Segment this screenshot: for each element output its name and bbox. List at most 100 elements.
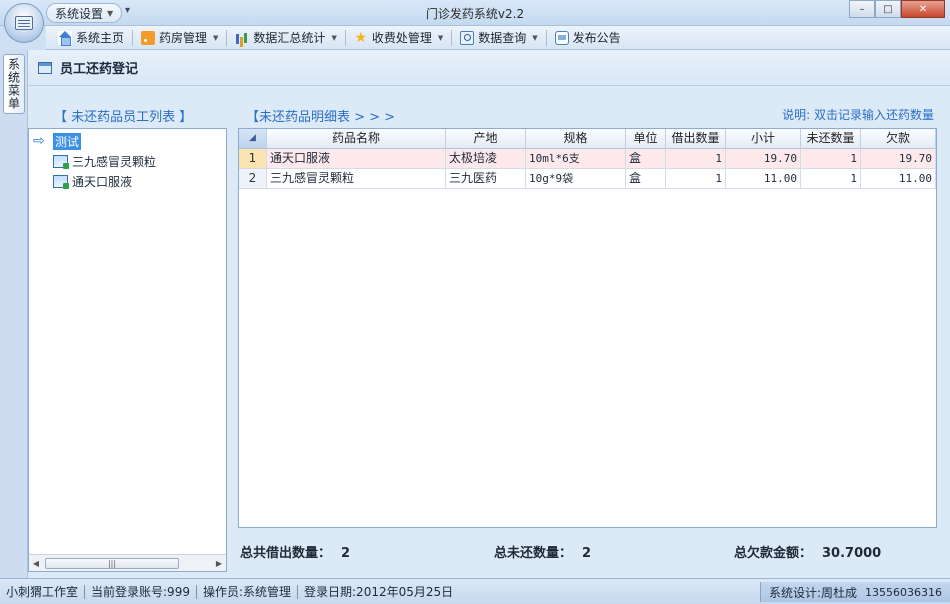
- cell-unreturned: 1: [801, 169, 861, 189]
- column-header[interactable]: 小计: [726, 129, 801, 149]
- menu-pharmacy-label: 药房管理: [159, 31, 208, 45]
- cell-subtotal: 11.00: [726, 169, 801, 189]
- employee-list-heading: 【 未还药品员工列表 】: [54, 110, 193, 125]
- column-header[interactable]: 规格: [526, 129, 626, 149]
- cell-subtotal: 19.70: [726, 149, 801, 169]
- scroll-right-icon[interactable]: ▶: [212, 559, 226, 568]
- medicine-icon: [53, 174, 69, 189]
- menu-home-label: 系统主页: [76, 31, 125, 45]
- app-menu-orb[interactable]: [4, 3, 44, 43]
- close-button[interactable]: ✕: [901, 0, 945, 18]
- menu-cashier[interactable]: ★ 收费处管理 ▼: [348, 28, 449, 48]
- menu-bar: 系统主页 药房管理 ▼ 数据汇总统计 ▼ ★ 收费处管理 ▼ 数据查询 ▼ 发布…: [46, 26, 950, 50]
- detail-grid: ◢ 药品名称 产地 规格 单位 借出数量 小计 未还数量 欠款 1 通天口服液 …: [238, 128, 937, 528]
- main-content: 员工还药登记 【 未还药品员工列表 】 【未还药品明细表 > > > 说明: 双…: [28, 50, 950, 578]
- totals-bar: 总共借出数量： 2 总未还数量： 2 总欠款金额： 30.7000: [238, 534, 937, 568]
- maximize-button[interactable]: □: [875, 0, 901, 18]
- menu-statistics-label: 数据汇总统计: [253, 31, 326, 45]
- rss-icon: [141, 30, 156, 45]
- status-phone: 13556036316: [865, 585, 942, 599]
- menu-separator: [545, 29, 547, 46]
- cell-lent: 1: [666, 149, 726, 169]
- cell-lent: 1: [666, 169, 726, 189]
- column-header[interactable]: 药品名称: [267, 129, 446, 149]
- scroll-left-icon[interactable]: ◀: [29, 559, 43, 568]
- cell-debt: 19.70: [861, 149, 936, 169]
- medicine-icon: [53, 154, 69, 169]
- table-row[interactable]: 1 通天口服液 太极培凌 10ml*6支 盒 1 19.70 1 19.70: [239, 149, 936, 169]
- cell-name: 通天口服液: [267, 149, 446, 169]
- cell-unit: 盒: [626, 169, 666, 189]
- total-debt: 总欠款金额： 30.7000: [734, 542, 881, 561]
- menu-announcement-label: 发布公告: [572, 31, 621, 45]
- arrow-right-icon: ⇨: [33, 133, 45, 149]
- tree-child[interactable]: 三九感冒灵颗粒: [53, 152, 156, 170]
- window-controls: – □ ✕: [849, 0, 945, 18]
- column-header[interactable]: 产地: [446, 129, 526, 149]
- cell-name: 三九感冒灵颗粒: [267, 169, 446, 189]
- total-lent-label: 总共借出数量：: [240, 546, 332, 561]
- chevron-down-icon: ▼: [532, 33, 538, 42]
- cell-unreturned: 1: [801, 149, 861, 169]
- column-header[interactable]: 借出数量: [666, 129, 726, 149]
- detail-table-heading: 【未还药品明细表 > > >: [246, 110, 396, 125]
- form-icon: [38, 61, 52, 74]
- status-designer-panel: 系统设计:周杜成 13556036316: [759, 582, 950, 602]
- home-icon: [58, 30, 72, 46]
- horizontal-scrollbar[interactable]: ◀ ||| ▶: [29, 554, 226, 571]
- status-login-date: 登录日期:2012年05月25日: [304, 585, 454, 599]
- table-row[interactable]: 2 三九感冒灵颗粒 三九医药 10g*9袋 盒 1 11.00 1 11.00: [239, 169, 936, 189]
- cell-spec: 10ml*6支: [526, 149, 626, 169]
- cell-origin: 三九医药: [446, 169, 526, 189]
- tree-root-label: 测试: [53, 132, 82, 150]
- grid-header: ◢ 药品名称 产地 规格 单位 借出数量 小计 未还数量 欠款: [239, 129, 936, 149]
- chevron-down-icon: ▼: [331, 33, 337, 42]
- menu-cashier-label: 收费处管理: [371, 31, 432, 45]
- row-number: 2: [239, 169, 267, 189]
- status-studio: 小刺猬工作室: [6, 585, 79, 599]
- query-icon: [460, 30, 475, 45]
- cell-unit: 盒: [626, 149, 666, 169]
- menu-query[interactable]: 数据查询 ▼: [454, 28, 543, 48]
- status-designer: 系统设计:周杜成: [768, 585, 858, 600]
- total-debt-label: 总欠款金额：: [734, 546, 813, 561]
- menu-separator: [344, 29, 346, 46]
- chevron-down-icon: ▼: [213, 33, 219, 42]
- menu-query-label: 数据查询: [478, 31, 527, 45]
- side-tab-strip: 系统菜单: [0, 50, 28, 578]
- status-bar: 小刺猬工作室 当前登录账号:999 操作员:系统管理 登录日期:2012年05月…: [0, 578, 950, 604]
- total-lent-value: 2: [341, 546, 351, 561]
- tree-root[interactable]: ⇨ 测试: [33, 132, 82, 150]
- page-header: 员工还药登记: [28, 50, 950, 86]
- total-unreturned-value: 2: [582, 546, 592, 561]
- total-unreturned: 总未还数量： 2: [494, 542, 591, 561]
- bar-chart-icon: [235, 31, 249, 45]
- chat-icon: [554, 30, 569, 45]
- total-unreturned-label: 总未还数量：: [494, 546, 573, 561]
- column-header[interactable]: 单位: [626, 129, 666, 149]
- menu-home[interactable]: 系统主页: [52, 28, 130, 48]
- cell-origin: 太极培凌: [446, 149, 526, 169]
- system-menu-tab[interactable]: 系统菜单: [3, 54, 25, 114]
- menu-separator: [226, 29, 228, 46]
- window-title: 门诊发药系统v2.2: [425, 7, 525, 21]
- minimize-button[interactable]: –: [849, 0, 875, 18]
- menu-announcement[interactable]: 发布公告: [549, 28, 627, 48]
- row-number: 1: [239, 149, 267, 169]
- column-header[interactable]: 欠款: [861, 129, 936, 149]
- menu-separator: [451, 29, 453, 46]
- total-debt-value: 30.7000: [822, 546, 882, 561]
- tree-child-label: 通天口服液: [72, 174, 133, 189]
- column-header[interactable]: 未还数量: [801, 129, 861, 149]
- grid-corner[interactable]: ◢: [239, 129, 267, 149]
- scroll-thumb[interactable]: |||: [45, 558, 179, 569]
- menu-pharmacy[interactable]: 药房管理 ▼: [135, 28, 224, 48]
- title-bar: 系统设置 ▼ ▾ 门诊发药系统v2.2 – □ ✕: [0, 0, 950, 43]
- app-menu-icon: [15, 16, 33, 30]
- menu-statistics[interactable]: 数据汇总统计 ▼: [229, 28, 342, 48]
- tree-child[interactable]: 通天口服液: [53, 172, 132, 190]
- total-lent: 总共借出数量： 2: [240, 542, 350, 561]
- chevron-down-icon: ▼: [437, 33, 444, 42]
- page-title: 员工还药登记: [60, 62, 139, 77]
- status-operator: 操作员:系统管理: [202, 585, 292, 599]
